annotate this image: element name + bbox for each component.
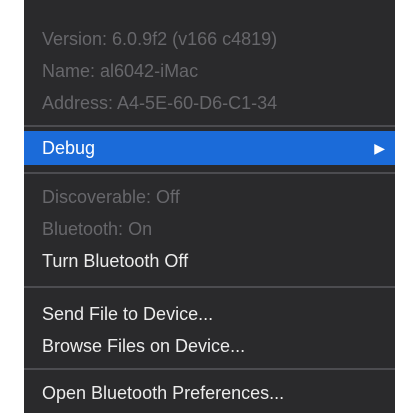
turn-bluetooth-off-item[interactable]: Turn Bluetooth Off bbox=[24, 244, 395, 278]
menu-separator bbox=[24, 125, 395, 127]
debug-menu-item[interactable]: Debug ▶ bbox=[24, 131, 395, 165]
menu-separator bbox=[24, 368, 395, 370]
open-bluetooth-preferences-item[interactable]: Open Bluetooth Preferences... bbox=[24, 376, 395, 410]
debug-label: Debug bbox=[42, 138, 96, 158]
discoverable-status: Discoverable: Off bbox=[42, 187, 180, 207]
version-info: Version: 6.0.9f2 (v166 c4819) bbox=[42, 29, 278, 49]
menu-separator bbox=[24, 172, 395, 174]
bluetooth-status: Bluetooth: On bbox=[42, 219, 153, 239]
menu-separator bbox=[24, 286, 395, 288]
submenu-arrow-icon: ▶ bbox=[374, 140, 385, 156]
send-file-item[interactable]: Send File to Device... bbox=[24, 297, 395, 331]
bluetooth-menu: Version: 6.0.9f2 (v166 c4819) Name: al60… bbox=[24, 0, 395, 413]
device-name-info: Name: al6042-iMac bbox=[42, 61, 199, 81]
device-address-info: Address: A4-5E-60-D6-C1-34 bbox=[42, 93, 278, 113]
browse-files-item[interactable]: Browse Files on Device... bbox=[24, 329, 395, 363]
